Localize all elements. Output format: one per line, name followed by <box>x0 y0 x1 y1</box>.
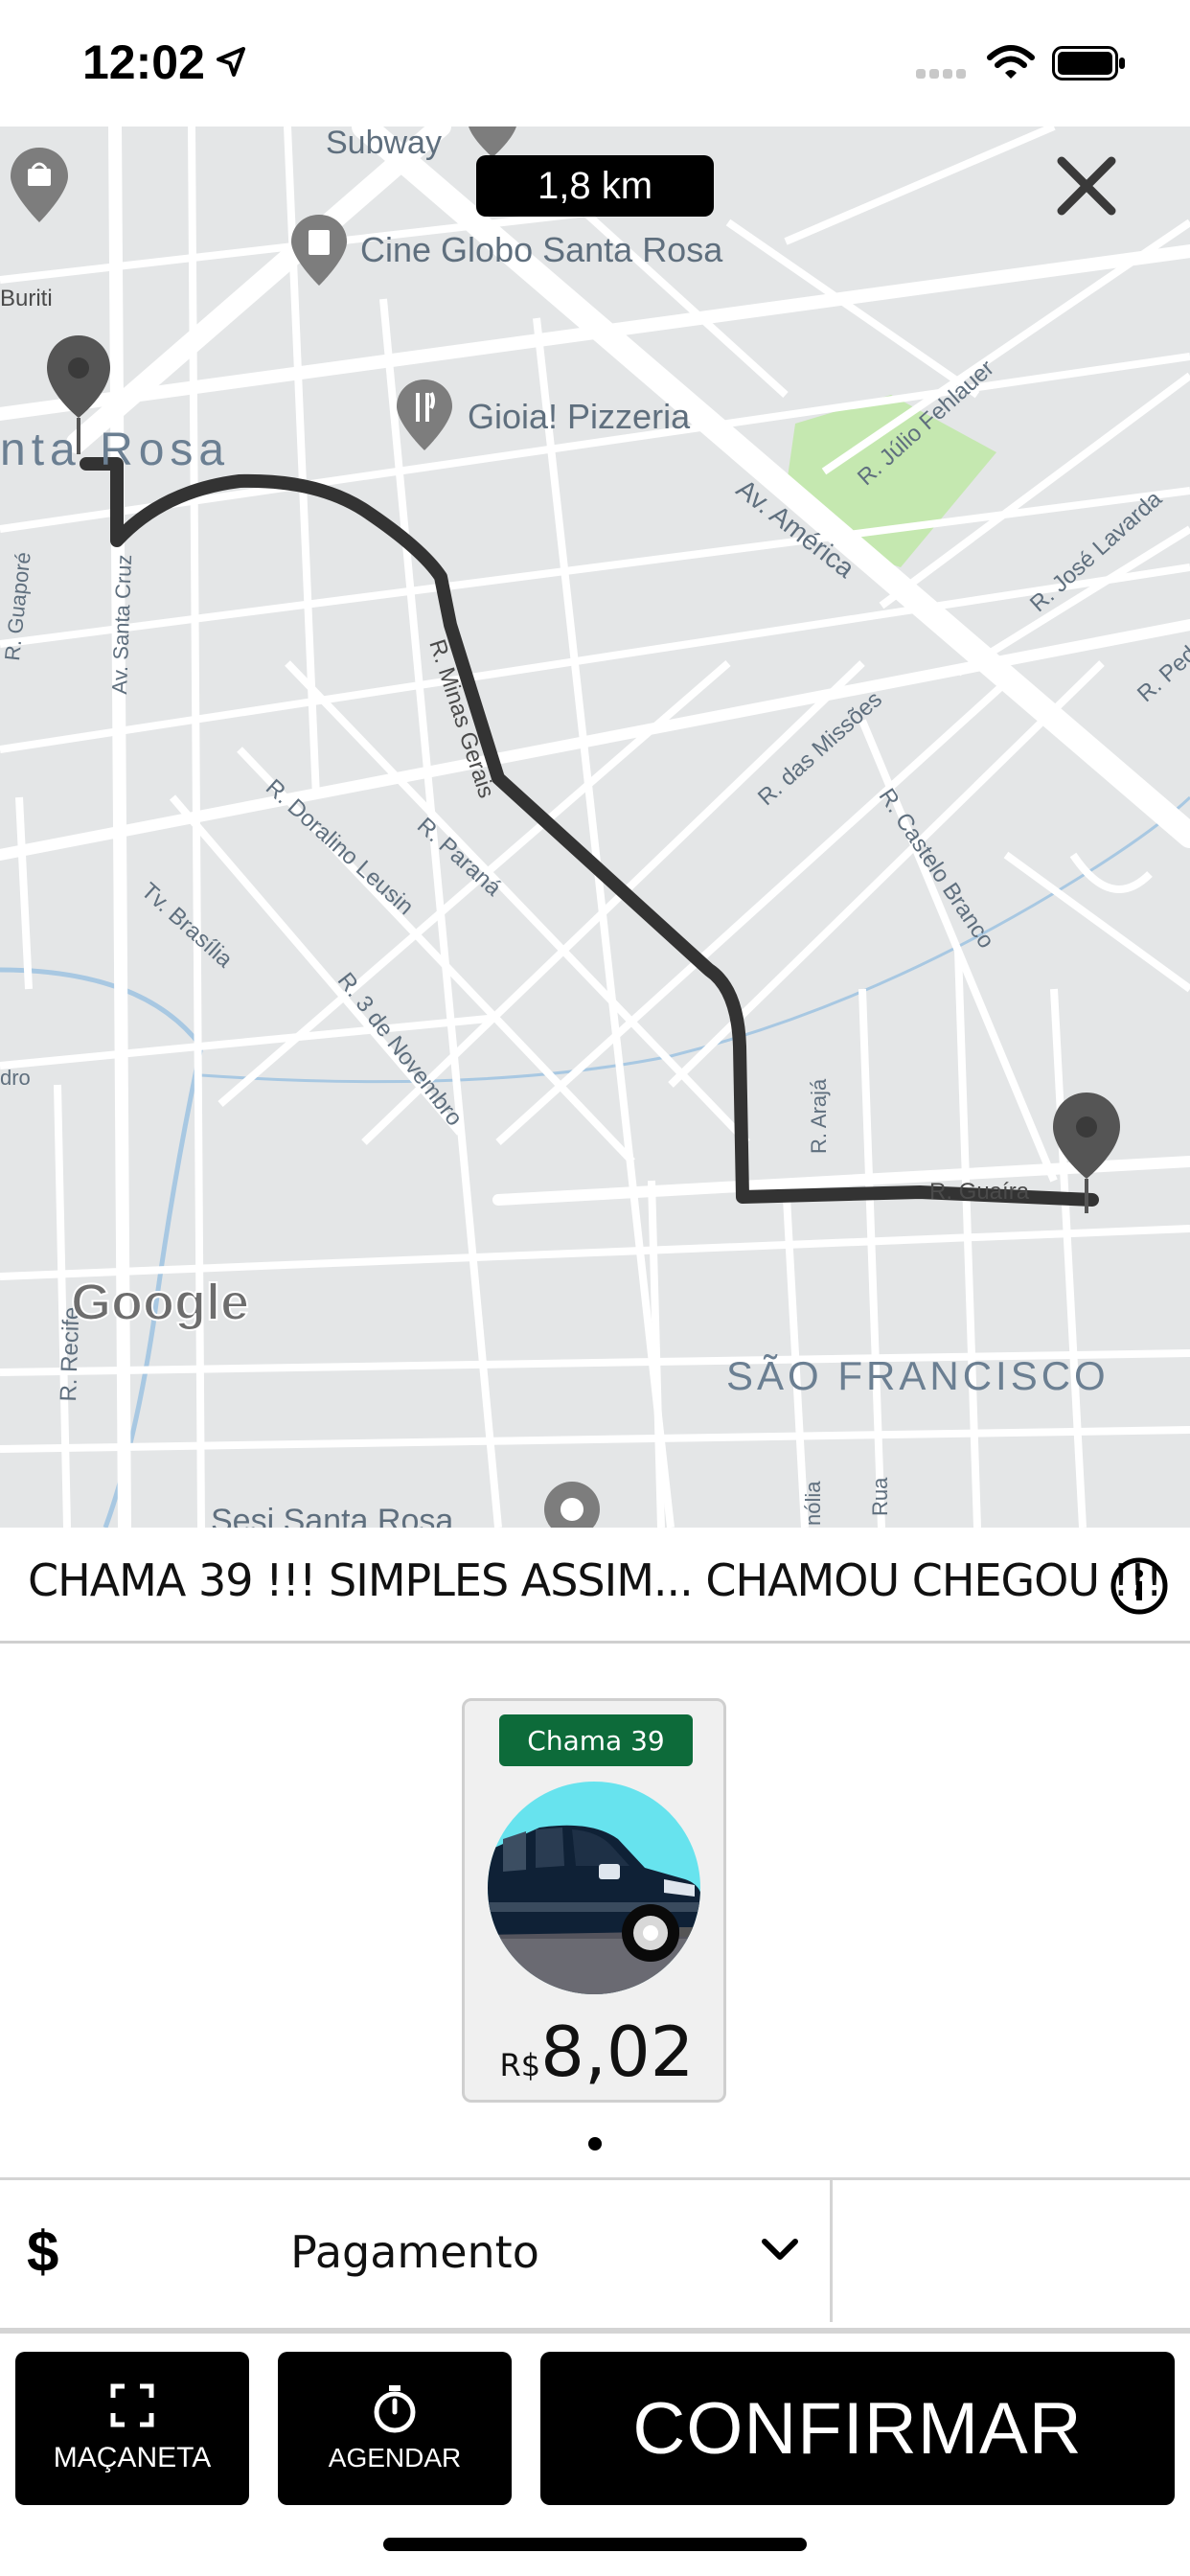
price-value: 8,02 <box>540 2012 695 2092</box>
subway-pin-icon <box>469 126 516 157</box>
vehicle-option-card[interactable]: Chama 39 R$8,02 <box>462 1698 726 2103</box>
macaneta-label: MAÇANETA <box>53 2442 212 2473</box>
shopping-pin-icon <box>11 148 68 222</box>
map-label-guaira: R. Guaíra <box>929 1179 1030 1205</box>
status-time: 12:02 <box>82 35 205 89</box>
agendar-button[interactable]: AGENDAR <box>278 2352 512 2505</box>
payment-extra-slot[interactable] <box>833 2180 1190 2322</box>
home-indicator[interactable] <box>383 2538 807 2551</box>
map-label-buriti: Buriti <box>0 286 53 311</box>
map-label-araja: R. Arajá <box>807 1078 831 1154</box>
status-bar: 12:02 <box>0 0 1190 126</box>
map-label-cine: Cine Globo Santa Rosa <box>360 230 723 269</box>
map-label-sesi: Sesi Santa Rosa <box>211 1503 454 1528</box>
google-logo: Google <box>70 1273 250 1332</box>
map-label-nolia: nólia <box>801 1481 825 1526</box>
stopwatch-icon <box>374 2385 416 2433</box>
map-label-santa-cruz: Av. Santa Cruz <box>107 554 137 695</box>
distance-pill: 1,8 km <box>476 155 714 217</box>
wifi-icon <box>987 45 1035 79</box>
map-label-dro: dro <box>0 1066 31 1090</box>
confirmar-button[interactable]: CONFIRMAR <box>540 2352 1175 2505</box>
promo-banner: CHAMA 39 !!! SIMPLES ASSIM... CHAMOU CHE… <box>0 1528 1190 1644</box>
macaneta-button[interactable]: MAÇANETA <box>15 2352 249 2505</box>
map-label-subway: Subway <box>326 126 442 161</box>
destination-marker-icon <box>1053 1092 1120 1213</box>
chevron-down-icon <box>762 2239 798 2260</box>
info-icon[interactable] <box>1110 1556 1169 1616</box>
vehicle-price: R$8,02 <box>465 2012 729 2092</box>
location-arrow-icon <box>217 47 245 77</box>
car-icon <box>488 1782 700 1994</box>
cinema-pin-icon <box>291 215 347 286</box>
confirmar-label: CONFIRMAR <box>632 2387 1083 2470</box>
route-map[interactable]: Subway Cine Globo Santa Rosa Buriti nta … <box>0 126 1190 1528</box>
price-currency: R$ <box>499 2047 541 2083</box>
map-label-sao-francisco: SÃO FRANCISCO <box>726 1353 1110 1398</box>
vehicle-name-tag: Chama 39 <box>499 1714 693 1766</box>
payment-label: Pagamento <box>290 2226 539 2278</box>
sesi-pin-icon <box>544 1482 600 1528</box>
payment-selector[interactable]: $ Pagamento <box>0 2180 830 2328</box>
battery-icon <box>1052 46 1125 80</box>
fullscreen-icon <box>110 2383 154 2427</box>
close-icon[interactable] <box>1052 151 1121 220</box>
signal-icon <box>916 69 966 79</box>
agendar-label: AGENDAR <box>328 2443 462 2472</box>
close-map-button[interactable] <box>1052 151 1121 220</box>
carousel-page-indicator <box>588 2137 602 2150</box>
map-label-rua: Rua <box>868 1477 892 1516</box>
payment-row: $ Pagamento <box>0 2177 1190 2334</box>
restaurant-pin-icon <box>397 380 452 450</box>
map-label-gioia: Gioia! Pizzeria <box>468 397 691 436</box>
banner-text: CHAMA 39 !!! SIMPLES ASSIM... CHAMOU CHE… <box>28 1554 1163 1606</box>
map-label-santa-rosa: nta Rosa <box>0 425 231 475</box>
